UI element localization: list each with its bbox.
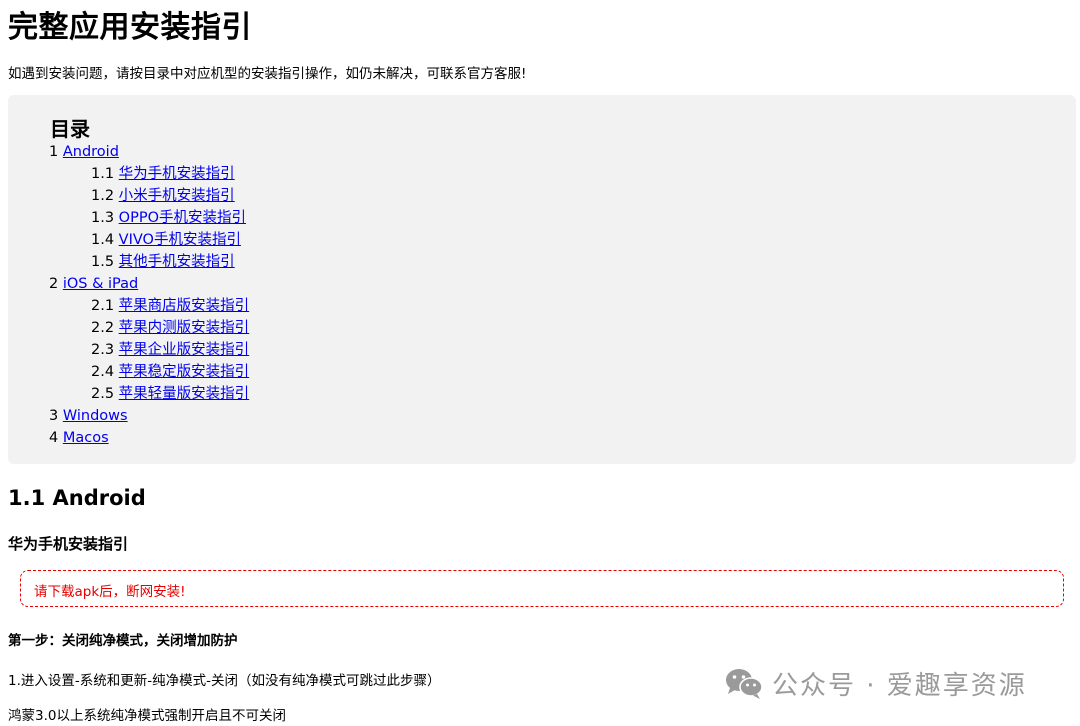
toc-link[interactable]: 其他手机安装指引	[119, 254, 235, 270]
toc-heading: 目录	[50, 117, 90, 141]
step-title: 第一步：关闭纯净模式，关闭增加防护	[8, 633, 238, 649]
toc-number: 2.1	[91, 298, 115, 314]
toc-link[interactable]: Macos	[63, 430, 109, 446]
toc-item: 1.2 小米手机安装指引	[49, 185, 249, 207]
toc-link[interactable]: 苹果轻量版安装指引	[119, 386, 250, 402]
toc-link[interactable]: 苹果商店版安装指引	[119, 298, 250, 314]
toc-number: 2.5	[91, 386, 115, 402]
toc-item: 2.3 苹果企业版安装指引	[49, 339, 249, 361]
toc-item: 1.5 其他手机安装指引	[49, 251, 249, 273]
page-title: 完整应用安装指引	[8, 10, 252, 45]
wechat-icon	[726, 669, 763, 699]
toc-link[interactable]: Android	[63, 144, 119, 160]
toc-number: 2.4	[91, 364, 115, 380]
toc-link[interactable]: VIVO手机安装指引	[119, 232, 241, 248]
watermark: 公众号 · 爱趣享资源	[724, 663, 1027, 703]
toc-item: 2.5 苹果轻量版安装指引	[49, 383, 249, 405]
toc-item: 3 Windows	[49, 405, 249, 427]
toc-link[interactable]: Windows	[63, 408, 128, 424]
intro-text: 如遇到安装问题，请按目录中对应机型的安装指引操作，如仍未解决，可联系官方客服!	[8, 66, 527, 82]
toc-item: 4 Macos	[49, 427, 249, 449]
toc-number: 4	[49, 430, 59, 446]
toc-link[interactable]: 小米手机安装指引	[119, 188, 235, 204]
section-subheading: 华为手机安装指引	[8, 535, 129, 553]
toc-number: 1.1	[91, 166, 115, 182]
section-heading: 1.1 Android	[8, 486, 146, 510]
toc-link[interactable]: 苹果企业版安装指引	[119, 342, 250, 358]
warning-box: 请下载apk后，断网安装!	[20, 570, 1064, 607]
toc-item: 2 iOS & iPad	[49, 273, 249, 295]
toc-number: 2.2	[91, 320, 115, 336]
toc-item: 1.1 华为手机安装指引	[49, 163, 249, 185]
step-note: 鸿蒙3.0以上系统纯净模式强制开启且不可关闭	[8, 708, 286, 724]
toc-link[interactable]: iOS & iPad	[63, 276, 138, 292]
step-instruction: 1.进入设置-系统和更新-纯净模式-关闭（如没有纯净模式可跳过此步骤）	[8, 673, 441, 689]
toc-item: 1.3 OPPO手机安装指引	[49, 207, 249, 229]
toc-link[interactable]: 华为手机安装指引	[119, 166, 235, 182]
toc-item: 1.4 VIVO手机安装指引	[49, 229, 249, 251]
toc-number: 2	[49, 276, 59, 292]
toc-number: 1.5	[91, 254, 115, 270]
watermark-text: 公众号 · 爱趣享资源	[772, 670, 1027, 701]
toc-link[interactable]: OPPO手机安装指引	[119, 210, 246, 226]
toc-item: 1 Android	[49, 141, 249, 163]
toc-number: 2.3	[91, 342, 115, 358]
table-of-contents: 目录 1 Android 1.1 华为手机安装指引 1.2 小米手机安装指引 1…	[8, 95, 1076, 464]
toc-number: 1.4	[91, 232, 115, 248]
warning-text: 请下载apk后，断网安装!	[34, 584, 186, 600]
toc-item: 2.2 苹果内测版安装指引	[49, 317, 249, 339]
toc-number: 3	[49, 408, 59, 424]
toc-item: 2.4 苹果稳定版安装指引	[49, 361, 249, 383]
toc-item: 2.1 苹果商店版安装指引	[49, 295, 249, 317]
toc-number: 1.2	[91, 188, 115, 204]
toc-list: 1 Android 1.1 华为手机安装指引 1.2 小米手机安装指引 1.3 …	[49, 141, 249, 449]
toc-link[interactable]: 苹果稳定版安装指引	[119, 364, 250, 380]
toc-number: 1	[49, 144, 59, 160]
toc-number: 1.3	[91, 210, 115, 226]
toc-link[interactable]: 苹果内测版安装指引	[119, 320, 250, 336]
